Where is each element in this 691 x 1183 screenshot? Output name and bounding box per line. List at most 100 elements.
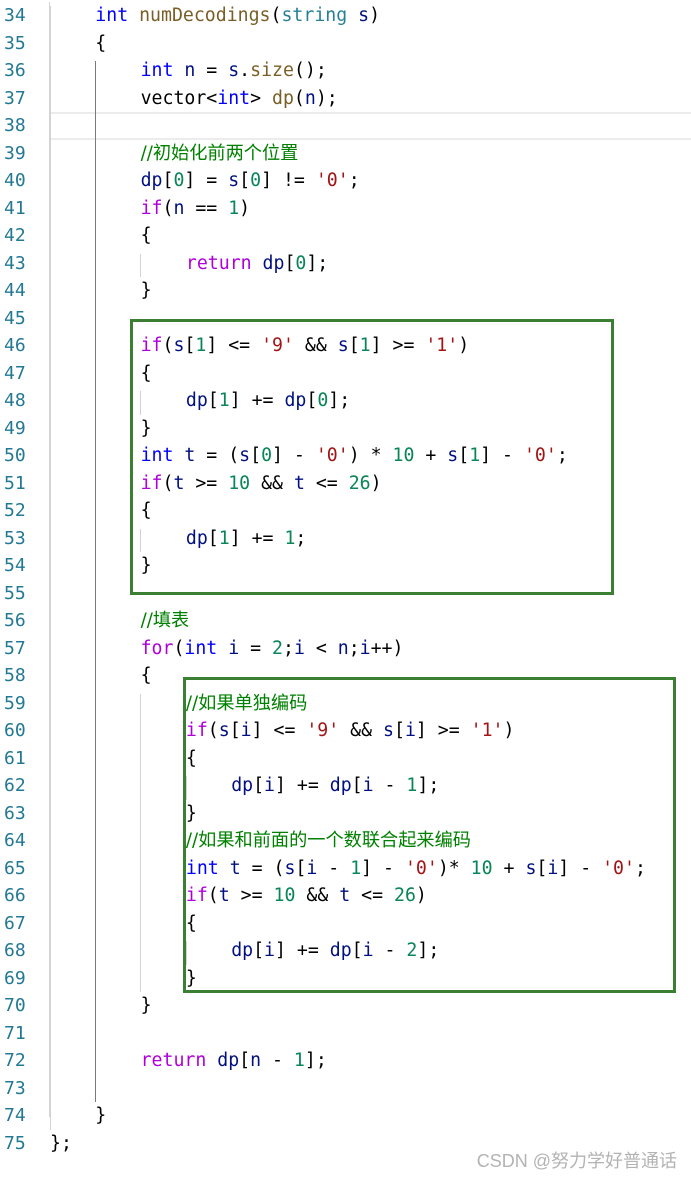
token: s xyxy=(358,5,370,26)
code-line[interactable]: 43 return dp[0]; xyxy=(0,250,691,278)
token: i xyxy=(293,637,305,659)
code-line[interactable]: 36 int n = s.size(); xyxy=(0,57,691,85)
token: ] = xyxy=(184,170,229,191)
line-number: 54 xyxy=(4,555,26,576)
line-number: 56 xyxy=(4,610,26,631)
highlight-box xyxy=(130,318,614,595)
code-text: { xyxy=(141,222,152,250)
token: vector< xyxy=(140,87,218,109)
token: n xyxy=(337,637,349,659)
token: s xyxy=(228,60,240,81)
line-number: 59 xyxy=(4,692,26,714)
code-line[interactable]: 34 int numDecodings(string s) xyxy=(0,2,691,30)
token: ]; xyxy=(306,252,329,274)
token: i xyxy=(359,637,371,659)
code-line[interactable]: 73 xyxy=(0,1075,691,1103)
token: ; xyxy=(348,637,360,659)
token: 0 xyxy=(295,252,307,274)
line-number: 39 xyxy=(4,142,26,164)
code-line[interactable]: 38 xyxy=(0,112,691,140)
line-number: 46 xyxy=(4,335,26,356)
code-line[interactable]: 71 xyxy=(0,1020,691,1048)
token: for xyxy=(140,637,174,659)
token: '0' xyxy=(315,170,349,191)
line-number: 57 xyxy=(4,637,26,659)
code-text: if(n == 1) xyxy=(141,195,251,223)
line-number: 34 xyxy=(4,5,26,26)
line-number: 36 xyxy=(4,60,26,81)
token: < xyxy=(304,637,338,659)
current-line-highlight xyxy=(50,112,691,140)
line-number: 43 xyxy=(4,252,26,274)
token: n xyxy=(304,87,316,109)
code-line[interactable]: 42 { xyxy=(0,222,691,250)
token: string xyxy=(281,5,348,26)
code-line[interactable]: 56 //填表 xyxy=(0,607,691,635)
token: [ xyxy=(239,170,251,191)
line-number: 48 xyxy=(4,390,26,411)
line-number: 74 xyxy=(4,1105,26,1126)
line-number: 44 xyxy=(4,280,26,301)
code-line[interactable]: 40 dp[0] = s[0] != '0'; xyxy=(0,167,691,195)
line-number: 61 xyxy=(4,747,26,769)
line-number: 41 xyxy=(4,197,26,219)
line-number: 55 xyxy=(4,582,26,604)
token: } xyxy=(95,1105,107,1126)
code-text: return dp[n - 1]; xyxy=(141,1047,327,1075)
code-line[interactable]: 35 { xyxy=(0,30,691,58)
token: [ xyxy=(284,252,296,274)
line-number: 47 xyxy=(4,362,26,384)
code-text: //初始化前两个位置 xyxy=(141,140,299,168)
token: int xyxy=(140,60,174,81)
code-line[interactable]: 70} xyxy=(0,992,691,1020)
line-number: 72 xyxy=(4,1050,26,1071)
code-line[interactable]: 39 //初始化前两个位置 xyxy=(0,140,691,168)
line-number: 70 xyxy=(4,995,26,1016)
code-line[interactable]: 74} xyxy=(0,1102,691,1130)
token: } xyxy=(140,280,152,301)
code-line[interactable]: 44} xyxy=(0,277,691,305)
line-number: 64 xyxy=(4,830,26,851)
token: ; xyxy=(348,170,360,191)
code-line[interactable]: 41 if(n == 1) xyxy=(0,195,691,223)
token: 1 xyxy=(228,197,240,219)
token: n xyxy=(173,197,185,219)
token: == xyxy=(184,197,229,219)
token: ] != xyxy=(261,170,316,191)
line-number: 65 xyxy=(4,857,26,879)
code-line[interactable]: 37 vector<int> dp(n); xyxy=(0,85,691,113)
code-text: return dp[0]; xyxy=(186,250,328,278)
token: 2 xyxy=(272,637,283,659)
token: ) xyxy=(239,197,251,219)
code-text: } xyxy=(141,992,152,1020)
code-line[interactable]: 57 for(int i = 2;i < n;i++) xyxy=(0,635,691,663)
code-editor[interactable]: 34 int numDecodings(string s) 35{36 int n =… xyxy=(0,2,691,1157)
line-number: 69 xyxy=(4,967,26,989)
indent-guide xyxy=(140,693,142,992)
indent-guide xyxy=(140,253,142,277)
token: > xyxy=(250,87,273,109)
line-number: 37 xyxy=(4,87,26,109)
indent-guide xyxy=(95,61,96,1102)
code-line[interactable]: 72 return dp[n - 1]; xyxy=(0,1047,691,1075)
line-number: 45 xyxy=(4,307,26,329)
code-text: vector<int> dp(n); xyxy=(141,85,338,113)
token: dp xyxy=(262,252,285,274)
token: ++) xyxy=(370,637,404,659)
token: ); xyxy=(315,87,338,109)
line-number: 63 xyxy=(4,802,26,824)
line-number: 49 xyxy=(4,417,26,439)
line-number: 35 xyxy=(4,32,26,54)
line-number: 68 xyxy=(4,940,26,961)
token: int xyxy=(217,87,251,109)
token: //初始化前两个位置 xyxy=(140,142,299,164)
line-number: 40 xyxy=(4,170,26,191)
token: }; xyxy=(50,1132,72,1154)
token: i xyxy=(228,637,240,659)
token: n xyxy=(250,1050,262,1071)
token: } xyxy=(140,995,152,1016)
code-text: }; xyxy=(50,1130,72,1158)
code-text: //填表 xyxy=(141,607,190,635)
